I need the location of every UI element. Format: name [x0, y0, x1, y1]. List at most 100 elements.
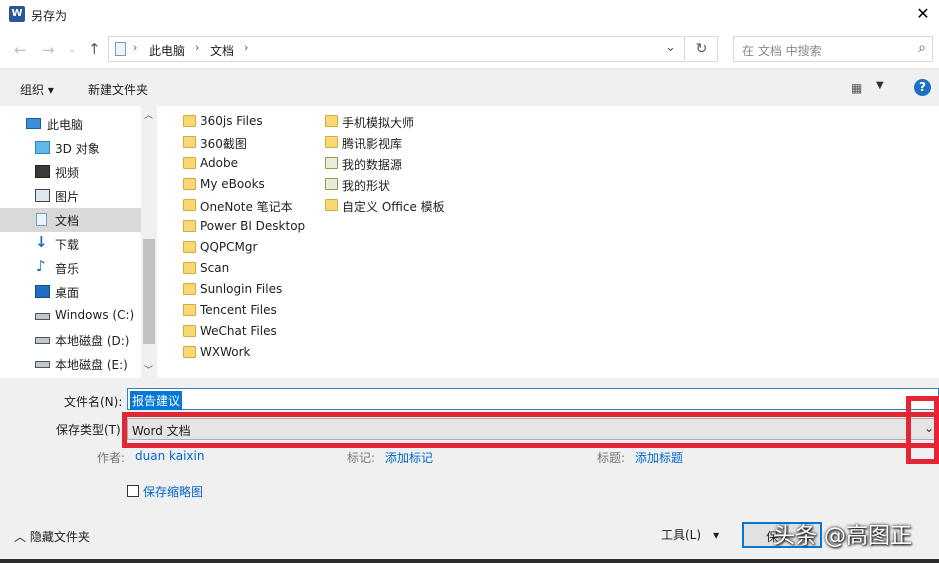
file-name: 腾讯影视库	[342, 137, 403, 151]
file-name: Sunlogin Files	[200, 282, 283, 296]
tools-label: 工具(L)	[661, 528, 702, 542]
video-icon	[35, 165, 50, 178]
author-label: 作者:	[97, 451, 126, 465]
sidebar-item-this-pc[interactable]: 此电脑	[0, 112, 141, 136]
folder-icon	[183, 325, 196, 337]
author-field[interactable]: duan kaixin	[135, 449, 204, 463]
file-name: 我的数据源	[342, 158, 403, 172]
breadcrumb-this-pc[interactable]: 此电脑	[149, 42, 185, 59]
search-input[interactable]: 在 文档 中搜索 ⌕	[733, 36, 933, 62]
filename-field[interactable]: 报告建议	[127, 388, 939, 410]
folder-icon	[325, 199, 338, 211]
sidebar-item-label: 文档	[55, 214, 80, 228]
folder-icon	[183, 115, 196, 127]
pictures-icon	[35, 189, 50, 202]
sidebar-item-label: 图片	[55, 190, 80, 204]
drive-icon	[35, 337, 50, 344]
chevron-down-icon[interactable]: ▼	[876, 80, 884, 91]
sidebar-item-label: 音乐	[55, 262, 80, 276]
file-name: 360截图	[200, 137, 247, 151]
file-name: WXWork	[200, 345, 251, 359]
file-name: Adobe	[200, 156, 238, 170]
sidebar-item-label: 桌面	[55, 286, 80, 300]
new-folder-button[interactable]: 新建文件夹	[88, 81, 148, 98]
documents-icon	[36, 213, 47, 226]
file-name: 我的形状	[342, 179, 391, 193]
folder-icon	[183, 241, 196, 253]
desktop-icon	[35, 285, 50, 298]
shapes-icon	[325, 178, 338, 190]
command-bar: 组织 ▾ 新建文件夹 ▦ ▼ ?	[0, 68, 939, 106]
help-icon[interactable]: ?	[914, 79, 931, 96]
save-thumbnail-label[interactable]: 保存缩略图	[143, 483, 203, 500]
file-name: 手机模拟大师	[342, 116, 415, 130]
breadcrumb-documents[interactable]: 文档	[210, 42, 234, 59]
scroll-up-icon[interactable]: ︿	[144, 108, 153, 121]
folder-icon	[183, 304, 196, 316]
download-icon: ↓	[35, 233, 48, 251]
file-name: WeChat Files	[200, 324, 277, 338]
tools-button[interactable]: 工具(L) ▾	[661, 526, 719, 543]
title-bar: W 另存为 ✕	[0, 0, 939, 32]
up-arrow-icon[interactable]: ↑	[88, 40, 101, 58]
folder-icon	[325, 115, 338, 127]
data-sources-icon	[325, 157, 338, 169]
chevron-up-icon: ︿	[14, 530, 30, 544]
taskbar-strip	[0, 559, 939, 563]
folder-icon	[183, 199, 196, 211]
sidebar-item-label: 视频	[55, 166, 80, 180]
scroll-down-icon[interactable]: ﹀	[144, 363, 153, 376]
view-options-icon[interactable]: ▦	[851, 81, 862, 95]
search-icon: ⌕	[918, 40, 926, 56]
watermark: 头条 @高图正	[773, 524, 912, 549]
chevron-down-icon[interactable]: ⌄	[665, 40, 676, 55]
save-form: 文件名(N): 报告建议 保存类型(T): Word 文档 ⌄ 作者: duan…	[0, 378, 939, 563]
save-thumbnail-checkbox[interactable]	[127, 485, 139, 497]
file-name: Power BI Desktop	[200, 219, 306, 233]
window-title: 另存为	[31, 9, 68, 23]
highlight-box-dropdown	[906, 396, 939, 464]
sidebar-item-3d-objects[interactable]: 3D 对象	[0, 136, 141, 160]
sidebar-item-desktop[interactable]: 桌面	[0, 280, 141, 304]
sidebar-item-documents[interactable]: 文档	[0, 208, 141, 232]
sidebar-item-music[interactable]: ♪ 音乐	[0, 256, 141, 280]
drive-icon	[35, 313, 50, 320]
address-bar[interactable]: › 此电脑 › 文档 › ⌄	[108, 36, 685, 62]
highlight-box	[122, 412, 939, 448]
sidebar-item-video[interactable]: 视频	[0, 160, 141, 184]
title-label: 标题:	[597, 451, 626, 465]
hide-folders-button[interactable]: ︿ 隐藏文件夹	[14, 528, 90, 545]
folder-icon	[183, 262, 196, 274]
sidebar-item-downloads[interactable]: ↓ 下载	[0, 232, 141, 256]
sidebar-item-drive-c[interactable]: Windows (C:)	[0, 304, 141, 328]
sidebar-item-label: Windows (C:)	[55, 308, 135, 322]
sidebar-item-label: 3D 对象	[55, 142, 100, 156]
file-list: 360js Files 360截图 Adobe My eBooks OneNot…	[157, 106, 939, 378]
organize-button[interactable]: 组织 ▾	[20, 81, 54, 98]
document-folder-icon	[115, 42, 126, 56]
folder-icon	[183, 136, 196, 148]
scrollbar-thumb[interactable]	[143, 239, 155, 344]
drive-icon	[35, 361, 50, 368]
file-name: My eBooks	[200, 177, 265, 191]
forward-arrow-icon[interactable]: →	[42, 41, 55, 59]
file-name: 自定义 Office 模板	[342, 200, 445, 214]
sidebar-item-drive-e[interactable]: 本地磁盘 (E:)	[0, 352, 141, 376]
close-button[interactable]: ✕	[907, 0, 939, 28]
hide-folders-label: 隐藏文件夹	[29, 530, 90, 544]
sidebar-scrollbar[interactable]: ︿ ﹀	[141, 106, 157, 378]
add-title-link[interactable]: 添加标题	[635, 449, 683, 466]
refresh-button[interactable]: ↻	[686, 36, 718, 62]
file-name: Tencent Files	[200, 303, 277, 317]
add-tags-link[interactable]: 添加标记	[385, 449, 433, 466]
file-name: QQPCMgr	[200, 240, 258, 254]
search-placeholder: 在 文档 中搜索	[742, 44, 822, 58]
back-arrow-icon[interactable]: ←	[14, 41, 27, 59]
sidebar-item-label: 此电脑	[47, 118, 84, 132]
filename-label: 文件名(N):	[64, 395, 123, 409]
recent-dropdown-icon[interactable]: ⌄	[68, 44, 76, 55]
sidebar-item-drive-d[interactable]: 本地磁盘 (D:)	[0, 328, 141, 352]
folder-icon	[183, 220, 196, 232]
sidebar-item-pictures[interactable]: 图片	[0, 184, 141, 208]
folder-icon	[183, 283, 196, 295]
